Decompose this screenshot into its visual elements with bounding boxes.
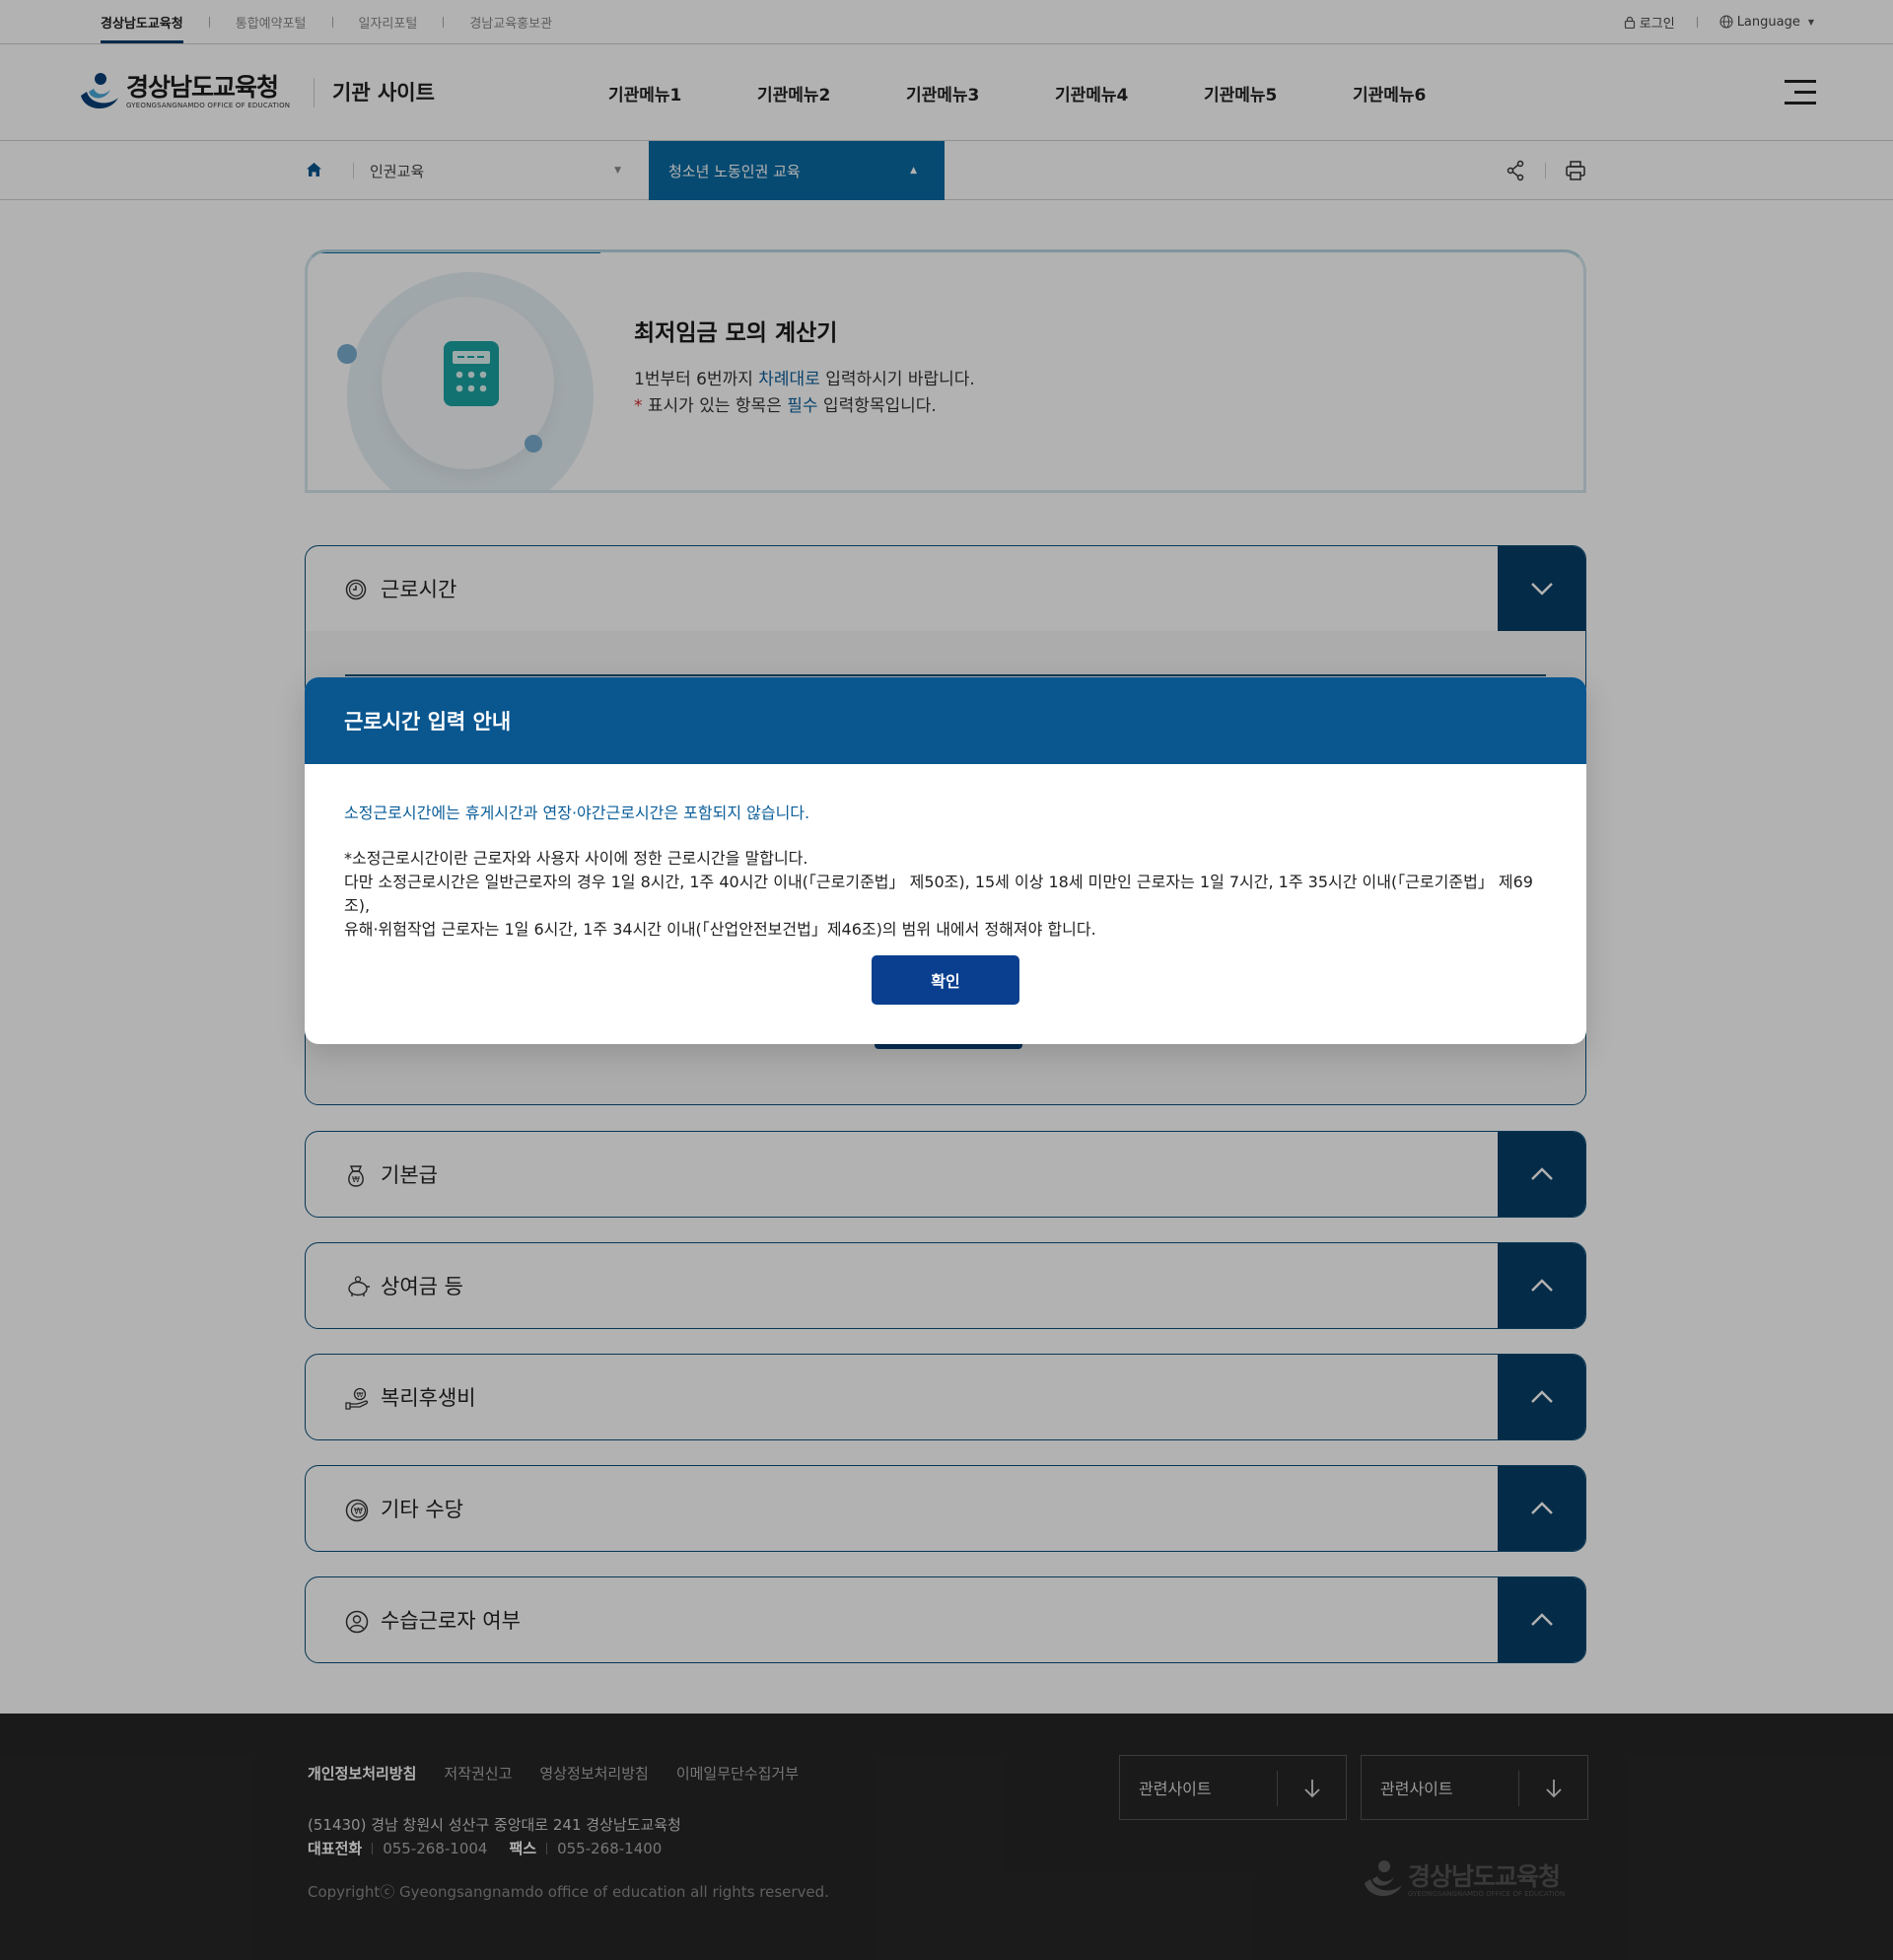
modal-title: 근로시간 입력 안내 [344,710,512,734]
modal-body: 소정근로시간에는 휴게시간과 연장·야간근로시간은 포함되지 않습니다. *소정… [305,764,1586,942]
modal-line: 유해·위험작업 근로자는 1일 6시간, 1주 34시간 이내(「산업안전보건법… [344,920,1096,939]
modal-lead-text: 소정근로시간에는 휴게시간과 연장·야간근로시간은 포함되지 않습니다. [344,804,810,822]
confirm-button[interactable]: 확인 [872,955,1019,1005]
modal-description: *소정근로시간이란 근로자와 사용자 사이에 정한 근로시간을 말합니다. 다만… [344,847,1547,942]
modal-line: *소정근로시간이란 근로자와 사용자 사이에 정한 근로시간을 말합니다. [344,849,808,868]
modal-header: 근로시간 입력 안내 [305,677,1586,764]
work-hours-info-modal: 근로시간 입력 안내 소정근로시간에는 휴게시간과 연장·야간근로시간은 포함되… [305,677,1586,1044]
modal-line: 다만 소정근로시간은 일반근로자의 경우 1일 8시간, 1주 40시간 이내(… [344,873,1533,915]
